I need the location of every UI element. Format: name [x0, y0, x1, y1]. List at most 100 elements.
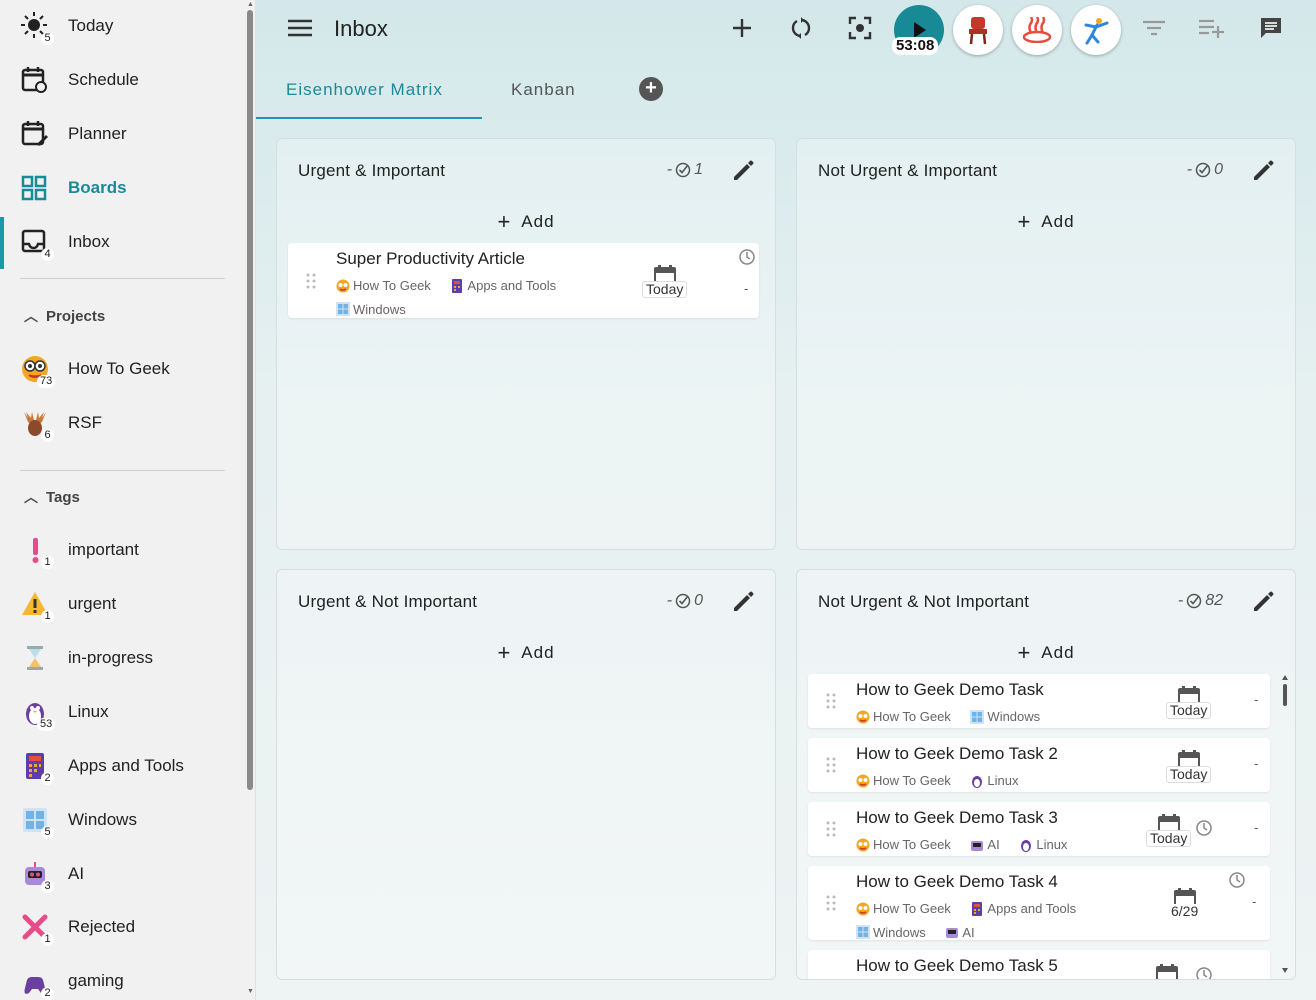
add-task-button[interactable]: + Add	[797, 209, 1295, 235]
tag-rejected[interactable]: 1 Rejected	[0, 902, 244, 952]
tag-label: important	[68, 540, 139, 559]
task-card[interactable]: How to Geek Demo Task 2 How To Geek Linu…	[808, 738, 1270, 792]
tags-header[interactable]: ︿ Tags	[24, 487, 80, 507]
list-scrollbar[interactable]	[1281, 674, 1289, 974]
plus-icon	[733, 19, 751, 37]
due-date[interactable]: Today	[1146, 814, 1192, 847]
task-tag[interactable]: Linux	[970, 770, 1019, 791]
task-tag[interactable]: AI	[970, 834, 1000, 855]
task-card[interactable]: How to Geek Demo Task 5	[808, 950, 1270, 980]
task-tag[interactable]: Apps and Tools	[970, 898, 1076, 919]
add-task-button[interactable]: + Add	[277, 209, 775, 235]
due-date[interactable]: Today	[1166, 750, 1212, 783]
menu-icon[interactable]	[288, 18, 312, 38]
due-date[interactable]: Today	[642, 265, 688, 298]
sync-icon	[791, 17, 811, 39]
tag-important[interactable]: 1 important	[0, 525, 244, 575]
scroll-down-icon[interactable]: ▼	[247, 988, 254, 995]
scroll-up-icon[interactable]: ▲	[247, 1, 254, 8]
drag-handle-icon[interactable]	[826, 895, 836, 911]
add-task-button[interactable]: + Add	[797, 640, 1295, 666]
count-value: 0	[694, 592, 703, 609]
add-board-icon[interactable]: +	[639, 77, 663, 101]
sync-button[interactable]	[785, 12, 817, 44]
exercise-button[interactable]	[1071, 5, 1121, 55]
drag-handle-icon[interactable]	[826, 693, 836, 709]
task-card[interactable]: How to Geek Demo Task 3 How To Geek AI L…	[808, 802, 1270, 856]
task-tag[interactable]: Windows	[336, 299, 406, 320]
add-task-button[interactable]: + Add	[277, 640, 775, 666]
scrollbar-thumb[interactable]	[247, 10, 253, 790]
history-icon[interactable]	[1228, 871, 1246, 889]
tag-badge: 3	[41, 880, 54, 893]
notes-button[interactable]	[1255, 12, 1287, 44]
edit-icon[interactable]	[1251, 588, 1277, 614]
due-date[interactable]: Today	[1166, 686, 1212, 719]
tag-badge: 53	[37, 718, 56, 731]
estimate-placeholder[interactable]: -	[1254, 820, 1258, 835]
chair-button[interactable]	[953, 5, 1003, 55]
sidebar: 5 Today Schedule Planner Boards 4 Inbox …	[0, 0, 244, 1000]
add-task-button[interactable]	[726, 12, 758, 44]
tab-eisenhower-matrix[interactable]: Eisenhower Matrix	[286, 80, 443, 100]
task-tag[interactable]: How To Geek	[336, 275, 431, 296]
task-tag[interactable]: How To Geek	[856, 770, 951, 791]
tag-windows[interactable]: 5 Windows	[0, 795, 244, 845]
tag-label: Windows	[873, 924, 926, 940]
estimate-placeholder[interactable]: -	[1254, 692, 1258, 707]
project-label: How To Geek	[68, 359, 170, 378]
task-card[interactable]: How to Geek Demo Task 4 How To Geek Apps…	[808, 866, 1270, 940]
edit-icon[interactable]	[731, 157, 757, 183]
task-card[interactable]: How to Geek Demo Task How To Geek Window…	[808, 674, 1270, 728]
task-tag[interactable]: How To Geek	[856, 834, 951, 855]
estimate-placeholder[interactable]: -	[1254, 756, 1258, 771]
task-card[interactable]: Super Productivity Article How To Geek A…	[288, 243, 759, 318]
tag-gaming[interactable]: 2 gaming	[0, 956, 244, 1000]
nav-boards[interactable]: Boards	[0, 163, 244, 213]
tag-badge: 1	[41, 556, 54, 569]
task-tag[interactable]: Apps and Tools	[450, 275, 556, 296]
due-date[interactable]: 6/29	[1168, 888, 1202, 919]
drag-handle-icon[interactable]	[826, 757, 836, 773]
add-to-list-button[interactable]	[1196, 12, 1228, 44]
drag-handle-icon[interactable]	[306, 273, 316, 289]
task-tag[interactable]: Windows	[970, 706, 1040, 727]
due-date[interactable]	[1156, 964, 1178, 979]
task-tag[interactable]: AI	[945, 922, 975, 943]
nav-inbox[interactable]: 4 Inbox	[0, 217, 244, 267]
chevron-up-icon: ︿	[24, 489, 38, 505]
drag-handle-icon[interactable]	[826, 821, 836, 837]
filter-button[interactable]	[1138, 12, 1170, 44]
sidebar-scrollbar[interactable]: ▲ ▼	[244, 0, 256, 1000]
project-badge: 73	[37, 375, 56, 388]
history-icon[interactable]	[738, 248, 756, 266]
task-tag[interactable]: Linux	[1019, 834, 1067, 855]
edit-icon[interactable]	[1251, 157, 1277, 183]
projects-header[interactable]: ︿ Projects	[24, 306, 105, 326]
section-title: Projects	[46, 307, 106, 325]
nav-schedule[interactable]: Schedule	[0, 55, 244, 105]
task-title: How to Geek Demo Task 3	[856, 808, 1058, 827]
task-tag[interactable]: How To Geek	[856, 898, 951, 919]
project-rsf[interactable]: 6 RSF	[0, 398, 244, 448]
history-icon[interactable]	[1195, 966, 1213, 980]
nav-today[interactable]: 5 Today	[0, 1, 244, 51]
tag-linux[interactable]: 53 Linux	[0, 687, 244, 737]
hot-spring-button[interactable]	[1012, 5, 1062, 55]
focus-mode-button[interactable]	[844, 12, 876, 44]
estimate-placeholder[interactable]: -	[1252, 894, 1256, 909]
tag-ai[interactable]: 3 AI	[0, 849, 244, 899]
task-title: How to Geek Demo Task 4	[856, 872, 1058, 891]
tag-label: How To Geek	[353, 278, 431, 293]
task-tag[interactable]: Windows	[856, 922, 926, 943]
tag-apps-and-tools[interactable]: 2 Apps and Tools	[0, 741, 244, 791]
project-how-to-geek[interactable]: 73 How To Geek	[0, 344, 244, 394]
nav-planner[interactable]: Planner	[0, 109, 244, 159]
tag-in-progress[interactable]: in-progress	[0, 633, 244, 683]
task-tag[interactable]: How To Geek	[856, 706, 951, 727]
estimate-placeholder[interactable]: -	[744, 281, 748, 296]
edit-icon[interactable]	[731, 588, 757, 614]
tab-kanban[interactable]: Kanban	[511, 80, 576, 100]
history-icon[interactable]	[1195, 819, 1213, 837]
tag-urgent[interactable]: 1 urgent	[0, 579, 244, 629]
